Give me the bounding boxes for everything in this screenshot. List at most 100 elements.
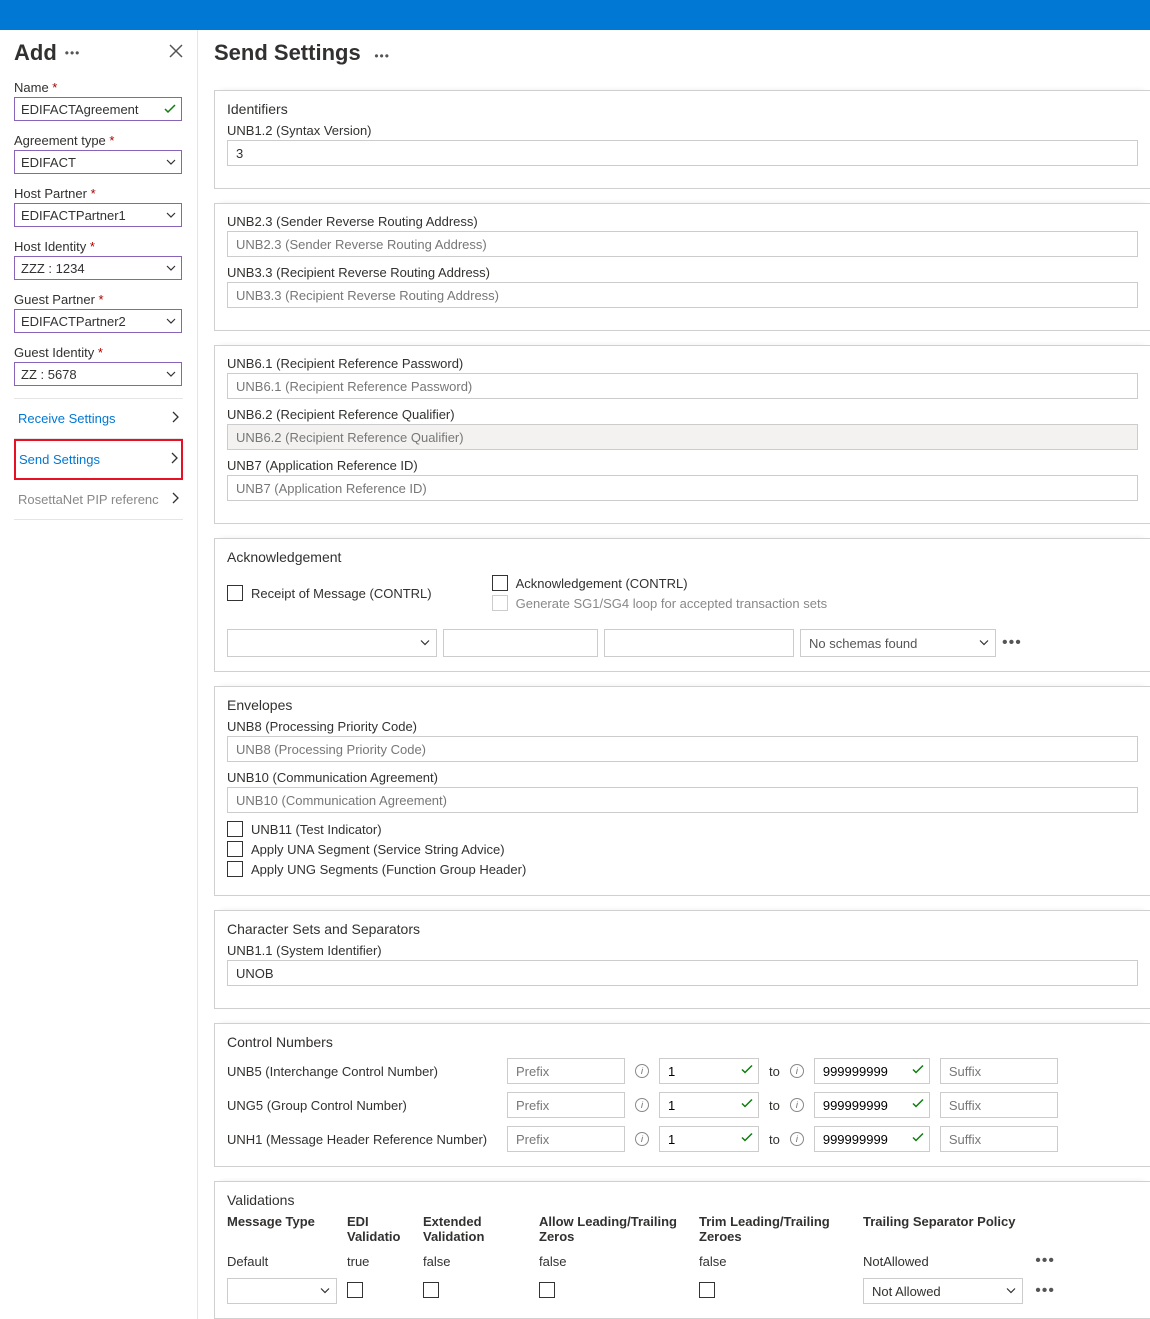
more-icon[interactable]: ••• [1035, 1282, 1055, 1299]
unb61-input[interactable] [227, 373, 1138, 399]
guest-identity-label: Guest Identity [14, 345, 183, 360]
unb10-label: UNB10 (Communication Agreement) [227, 770, 1138, 785]
nav-rosettanet[interactable]: RosettaNet PIP referenc [14, 480, 183, 520]
chevron-down-icon [320, 1284, 330, 1299]
ung-checkbox[interactable] [227, 861, 243, 877]
receipt-label: Receipt of Message (CONTRL) [251, 586, 432, 601]
unb62-input[interactable] [227, 424, 1138, 450]
more-icon[interactable]: ••• [65, 46, 81, 60]
ack-contrl-label: Acknowledgement (CONTRL) [516, 576, 688, 591]
host-identity-label: Host Identity [14, 239, 183, 254]
page-title: Send Settings [214, 40, 361, 66]
unb8-input[interactable] [227, 736, 1138, 762]
gen-loop-checkbox [492, 595, 508, 611]
unb11-checkbox[interactable] [227, 821, 243, 837]
cell-allow: false [539, 1254, 699, 1269]
guest-partner-select[interactable] [14, 309, 182, 333]
cell-trim: false [699, 1254, 863, 1269]
unb12-label: UNB1.2 (Syntax Version) [227, 123, 1138, 138]
unb7-input[interactable] [227, 475, 1138, 501]
nav-label: RosettaNet PIP referenc [18, 492, 159, 507]
section-charsets: Character Sets and Separators UNB1.1 (Sy… [214, 910, 1150, 1009]
section-title: Acknowledgement [227, 549, 1138, 565]
unb33-input[interactable] [227, 282, 1138, 308]
info-icon[interactable]: i [635, 1132, 649, 1146]
chevron-down-icon [1006, 1284, 1016, 1299]
info-icon[interactable]: i [790, 1132, 804, 1146]
unb33-label: UNB3.3 (Recipient Reverse Routing Addres… [227, 265, 1138, 280]
unb61-label: UNB6.1 (Recipient Reference Password) [227, 356, 1138, 371]
info-icon[interactable]: i [790, 1064, 804, 1078]
top-bar [0, 0, 1150, 30]
unb12-input[interactable] [227, 140, 1138, 166]
prefix-input[interactable] [507, 1058, 625, 1084]
unb23-label: UNB2.3 (Sender Reverse Routing Address) [227, 214, 1138, 229]
suffix-input[interactable] [940, 1092, 1058, 1118]
chevron-right-icon [171, 492, 179, 507]
section-title: Envelopes [227, 697, 1138, 713]
suffix-input[interactable] [940, 1126, 1058, 1152]
unb10-input[interactable] [227, 787, 1138, 813]
name-input[interactable] [14, 97, 182, 121]
info-icon[interactable]: i [635, 1064, 649, 1078]
section-title: Character Sets and Separators [227, 921, 1138, 937]
unb11sys-input[interactable] [227, 960, 1138, 986]
una-checkbox[interactable] [227, 841, 243, 857]
edi-checkbox[interactable] [347, 1282, 363, 1298]
section-identifiers-ref: UNB6.1 (Recipient Reference Password) UN… [214, 345, 1150, 524]
check-icon [912, 1064, 924, 1079]
prefix-input[interactable] [507, 1126, 625, 1152]
ack-schema-select[interactable] [800, 629, 996, 657]
host-partner-select[interactable] [14, 203, 182, 227]
suffix-input[interactable] [940, 1058, 1058, 1084]
more-icon[interactable]: ••• [1002, 634, 1022, 652]
info-icon[interactable]: i [790, 1098, 804, 1112]
section-identifiers: Identifiers UNB1.2 (Syntax Version) [214, 90, 1150, 189]
nav-send-settings[interactable]: Send Settings [14, 439, 183, 480]
una-label: Apply UNA Segment (Service String Advice… [251, 842, 505, 857]
guest-identity-select[interactable] [14, 362, 182, 386]
guest-partner-label: Guest Partner [14, 292, 183, 307]
section-acknowledgement: Acknowledgement Receipt of Message (CONT… [214, 538, 1150, 672]
section-title: Identifiers [227, 101, 1138, 117]
ext-checkbox[interactable] [423, 1282, 439, 1298]
unb23-input[interactable] [227, 231, 1138, 257]
check-icon [912, 1132, 924, 1147]
agreement-type-select[interactable] [14, 150, 182, 174]
cell-msg: Default [227, 1254, 347, 1269]
control-label: UNH1 (Message Header Reference Number) [227, 1132, 497, 1147]
prefix-input[interactable] [507, 1092, 625, 1118]
to-label: to [769, 1064, 780, 1079]
control-label: UNB5 (Interchange Control Number) [227, 1064, 497, 1079]
check-icon [741, 1064, 753, 1079]
gen-loop-label: Generate SG1/SG4 loop for accepted trans… [516, 596, 827, 611]
control-label: UNG5 (Group Control Number) [227, 1098, 497, 1113]
section-validations: Validations Message Type EDI Validatio E… [214, 1181, 1150, 1319]
chevron-down-icon [420, 636, 430, 651]
ack-input-2[interactable] [443, 629, 598, 657]
unb11sys-label: UNB1.1 (System Identifier) [227, 943, 1138, 958]
policy-select[interactable]: Not Allowed [863, 1278, 1023, 1304]
more-icon[interactable]: ••• [1035, 1252, 1055, 1269]
nav-receive-settings[interactable]: Receive Settings [14, 399, 183, 439]
allow-checkbox[interactable] [539, 1282, 555, 1298]
unb7-label: UNB7 (Application Reference ID) [227, 458, 1138, 473]
ack-contrl-checkbox[interactable] [492, 575, 508, 591]
trim-checkbox[interactable] [699, 1282, 715, 1298]
ack-select-1[interactable] [227, 629, 437, 657]
section-title: Validations [227, 1192, 1138, 1208]
chevron-right-icon [171, 411, 179, 426]
agreement-type-label: Agreement type [14, 133, 183, 148]
msg-type-select[interactable] [227, 1278, 337, 1304]
receipt-checkbox[interactable] [227, 585, 243, 601]
host-identity-select[interactable] [14, 256, 182, 280]
section-title: Control Numbers [227, 1034, 1138, 1050]
check-icon [912, 1098, 924, 1113]
ung-label: Apply UNG Segments (Function Group Heade… [251, 862, 526, 877]
nav-label: Receive Settings [18, 411, 116, 426]
nav-label: Send Settings [19, 452, 100, 467]
more-icon[interactable]: ••• [374, 49, 390, 63]
close-icon[interactable] [169, 44, 183, 63]
ack-input-3[interactable] [604, 629, 794, 657]
info-icon[interactable]: i [635, 1098, 649, 1112]
